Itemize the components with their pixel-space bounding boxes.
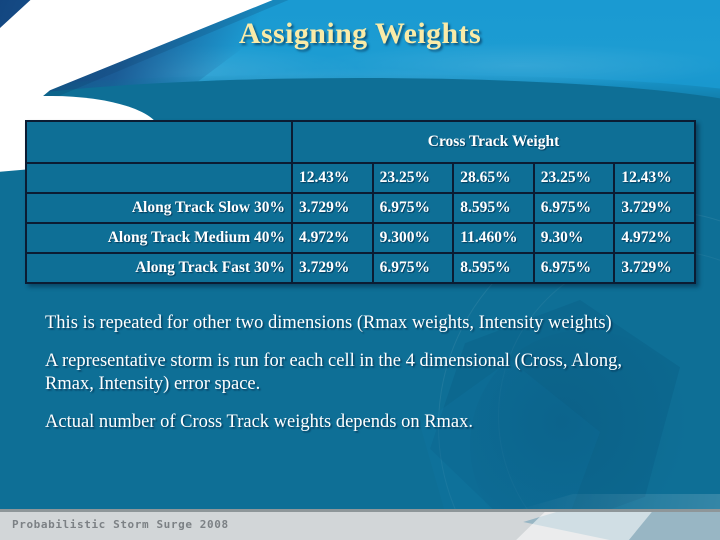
cell-medium-3: 11.460%: [452, 222, 535, 254]
row-label-along-track-slow: Along Track Slow 30%: [25, 192, 293, 224]
cell-fast-4: 6.975%: [532, 252, 616, 284]
table-row: Along Track Fast 30% 3.729% 6.975% 8.595…: [25, 252, 696, 284]
table-row: Along Track Slow 30% 3.729% 6.975% 8.595…: [25, 192, 696, 224]
column-weight-3: 28.65%: [452, 162, 535, 194]
footer-band: Probabilistic Storm Surge 2008: [0, 509, 720, 540]
cell-fast-3: 8.595%: [452, 252, 535, 284]
cell-slow-3: 8.595%: [452, 192, 535, 224]
weights-table-container: Cross Track Weight 12.43% 23.25% 28.65% …: [25, 120, 696, 284]
cell-medium-4: 9.30%: [532, 222, 616, 254]
column-weight-1: 12.43%: [291, 162, 374, 194]
table-subheader-blank-cell: [25, 162, 293, 194]
row-label-along-track-medium: Along Track Medium 40%: [25, 222, 293, 254]
column-weight-4: 23.25%: [532, 162, 616, 194]
cell-slow-1: 3.729%: [291, 192, 374, 224]
cell-slow-5: 3.729%: [613, 192, 696, 224]
cell-medium-1: 4.972%: [291, 222, 374, 254]
cell-slow-4: 6.975%: [532, 192, 616, 224]
footer-label: Probabilistic Storm Surge 2008: [12, 518, 229, 531]
table-group-header-cross-track-weight: Cross Track Weight: [291, 120, 696, 164]
slide: Assigning Weights Cross Track Weight 12.…: [0, 0, 720, 540]
table-row: Along Track Medium 40% 4.972% 9.300% 11.…: [25, 222, 696, 254]
cell-slow-2: 6.975%: [371, 192, 455, 224]
table-corner-cell: [25, 120, 293, 164]
cross-along-track-weights-table: Cross Track Weight 12.43% 23.25% 28.65% …: [25, 120, 696, 284]
cell-fast-5: 3.729%: [613, 252, 696, 284]
column-weight-2: 23.25%: [371, 162, 455, 194]
cell-fast-1: 3.729%: [291, 252, 374, 284]
cell-fast-2: 6.975%: [371, 252, 455, 284]
body-text-block: This is repeated for other two dimension…: [45, 312, 665, 435]
table-row-column-weights: 12.43% 23.25% 28.65% 23.25% 12.43%: [25, 162, 696, 194]
body-paragraph-2: A representative storm is run for each c…: [45, 350, 622, 395]
body-paragraph-1: This is repeated for other two dimension…: [45, 313, 612, 333]
cell-medium-2: 9.300%: [371, 222, 455, 254]
body-paragraph-3: Actual number of Cross Track weights dep…: [45, 412, 474, 433]
slide-title: Assigning Weights: [238, 17, 482, 50]
column-weight-5: 12.43%: [613, 162, 696, 194]
cell-medium-5: 4.972%: [613, 222, 696, 254]
table-row-group-header: Cross Track Weight: [25, 120, 696, 164]
row-label-along-track-fast: Along Track Fast 30%: [25, 252, 293, 284]
